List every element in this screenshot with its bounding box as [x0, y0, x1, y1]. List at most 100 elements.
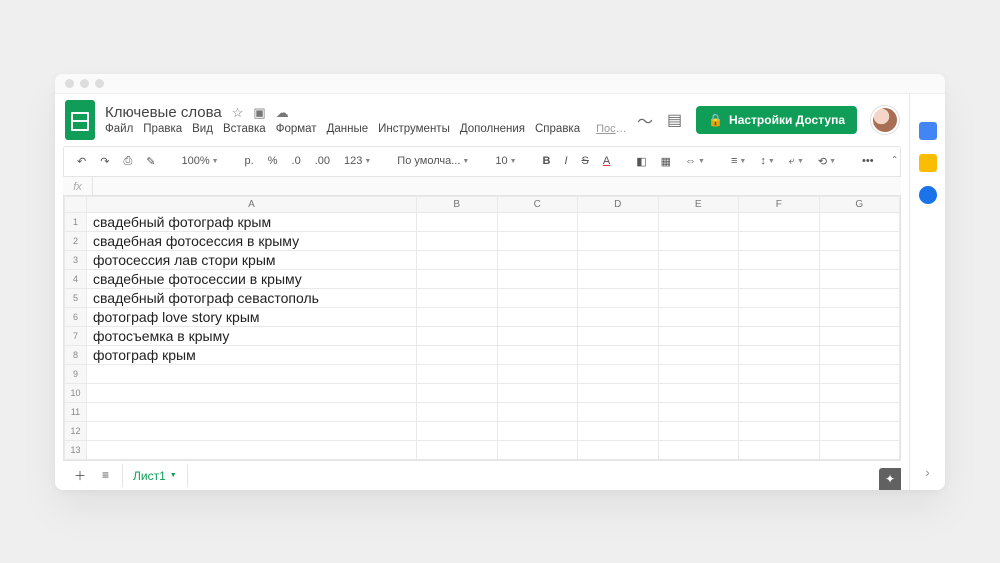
redo-icon[interactable]: ↷ [97, 153, 112, 170]
cell[interactable] [578, 326, 659, 345]
row-header[interactable]: 8 [65, 345, 87, 364]
cell[interactable] [739, 269, 820, 288]
cell[interactable] [739, 440, 820, 459]
cell[interactable] [819, 307, 900, 326]
cell[interactable] [739, 212, 820, 231]
cell[interactable]: свадебный фотограф крым [87, 212, 417, 231]
row-header[interactable]: 5 [65, 288, 87, 307]
cell[interactable] [578, 364, 659, 383]
cell[interactable] [497, 307, 578, 326]
fill-color-button[interactable]: ◧ [633, 153, 649, 170]
row-header[interactable]: 2 [65, 231, 87, 250]
cell[interactable] [497, 250, 578, 269]
select-all-corner[interactable] [65, 196, 87, 212]
cell[interactable] [87, 402, 417, 421]
move-folder-icon[interactable]: ▣ [253, 105, 265, 121]
row-header[interactable]: 6 [65, 307, 87, 326]
cell[interactable] [739, 288, 820, 307]
cell[interactable]: фотограф крым [87, 345, 417, 364]
table-row[interactable]: 4свадебные фотосессии в крыму [65, 269, 900, 288]
cell[interactable] [417, 345, 498, 364]
cell[interactable] [739, 307, 820, 326]
collapse-toolbar-icon[interactable]: ˆ [893, 154, 897, 168]
table-row[interactable]: 1свадебный фотограф крым [65, 212, 900, 231]
cell[interactable] [417, 402, 498, 421]
cell[interactable] [819, 440, 900, 459]
cell[interactable] [739, 421, 820, 440]
table-row[interactable]: 6фотограф love story крым [65, 307, 900, 326]
cell[interactable] [578, 421, 659, 440]
format-percent[interactable]: % [265, 153, 281, 169]
cell[interactable] [739, 345, 820, 364]
table-row[interactable]: 9 [65, 364, 900, 383]
row-header[interactable]: 12 [65, 421, 87, 440]
menu-insert[interactable]: Вставка [223, 123, 266, 135]
cell[interactable] [658, 326, 739, 345]
cell[interactable] [819, 326, 900, 345]
cell[interactable] [658, 269, 739, 288]
row-header[interactable]: 9 [65, 364, 87, 383]
table-row[interactable]: 2свадебная фотосессия в крыму [65, 231, 900, 250]
cell[interactable] [578, 288, 659, 307]
minimize-dot[interactable] [80, 79, 89, 88]
cell[interactable]: фотограф love story крым [87, 307, 417, 326]
cell[interactable] [497, 212, 578, 231]
cell[interactable] [497, 440, 578, 459]
cell[interactable]: фотосъемка в крыму [87, 326, 417, 345]
tasks-addon-icon[interactable] [919, 186, 937, 204]
font-size[interactable]: 10 ▼ [492, 153, 519, 169]
cell[interactable] [819, 212, 900, 231]
cell[interactable] [819, 364, 900, 383]
activity-icon[interactable]: 〜 [637, 108, 653, 132]
cell[interactable] [819, 383, 900, 402]
cell[interactable] [819, 421, 900, 440]
sheet-tab-1[interactable]: Лист1 ▼ [122, 463, 188, 487]
cell[interactable] [658, 250, 739, 269]
print-icon[interactable]: ⎙ [120, 153, 135, 170]
cell[interactable] [417, 250, 498, 269]
col-header-D[interactable]: D [578, 196, 659, 212]
italic-button[interactable]: I [561, 153, 570, 169]
paint-format-icon[interactable]: ✎ [143, 153, 158, 170]
cell[interactable] [658, 421, 739, 440]
menu-tools[interactable]: Инструменты [378, 123, 450, 135]
cell[interactable] [497, 345, 578, 364]
cell[interactable] [87, 364, 417, 383]
cell[interactable] [417, 231, 498, 250]
cell[interactable] [658, 345, 739, 364]
all-sheets-button[interactable]: ≡ [99, 466, 112, 484]
cell[interactable] [417, 212, 498, 231]
cell[interactable] [819, 231, 900, 250]
keep-addon-icon[interactable] [919, 154, 937, 172]
sheets-logo-icon[interactable] [65, 100, 95, 140]
formula-input[interactable] [93, 180, 901, 192]
cell[interactable]: свадебная фотосессия в крыму [87, 231, 417, 250]
cell[interactable] [739, 402, 820, 421]
cell[interactable] [578, 402, 659, 421]
cell[interactable] [87, 440, 417, 459]
cell[interactable] [658, 231, 739, 250]
cell[interactable] [819, 402, 900, 421]
cell[interactable] [658, 307, 739, 326]
table-row[interactable]: 8фотограф крым [65, 345, 900, 364]
cell[interactable] [87, 383, 417, 402]
cell[interactable] [497, 288, 578, 307]
cell[interactable] [417, 421, 498, 440]
row-header[interactable]: 13 [65, 440, 87, 459]
zoom-select[interactable]: 100% ▼ [178, 153, 221, 169]
last-edit-link[interactable]: Последнее измене... [596, 123, 627, 135]
col-header-F[interactable]: F [739, 196, 820, 212]
cell[interactable] [497, 383, 578, 402]
table-row[interactable]: 11 [65, 402, 900, 421]
cell[interactable] [417, 364, 498, 383]
cell[interactable] [819, 250, 900, 269]
menu-format[interactable]: Формат [276, 123, 317, 135]
cell[interactable] [658, 402, 739, 421]
comments-icon[interactable]: ▤ [667, 110, 682, 130]
cell[interactable] [497, 421, 578, 440]
menu-edit[interactable]: Правка [143, 123, 182, 135]
cell[interactable] [578, 231, 659, 250]
undo-icon[interactable]: ↶ [74, 153, 89, 170]
strike-button[interactable]: S [579, 153, 592, 169]
hide-sidepanel-icon[interactable]: › [925, 464, 930, 480]
